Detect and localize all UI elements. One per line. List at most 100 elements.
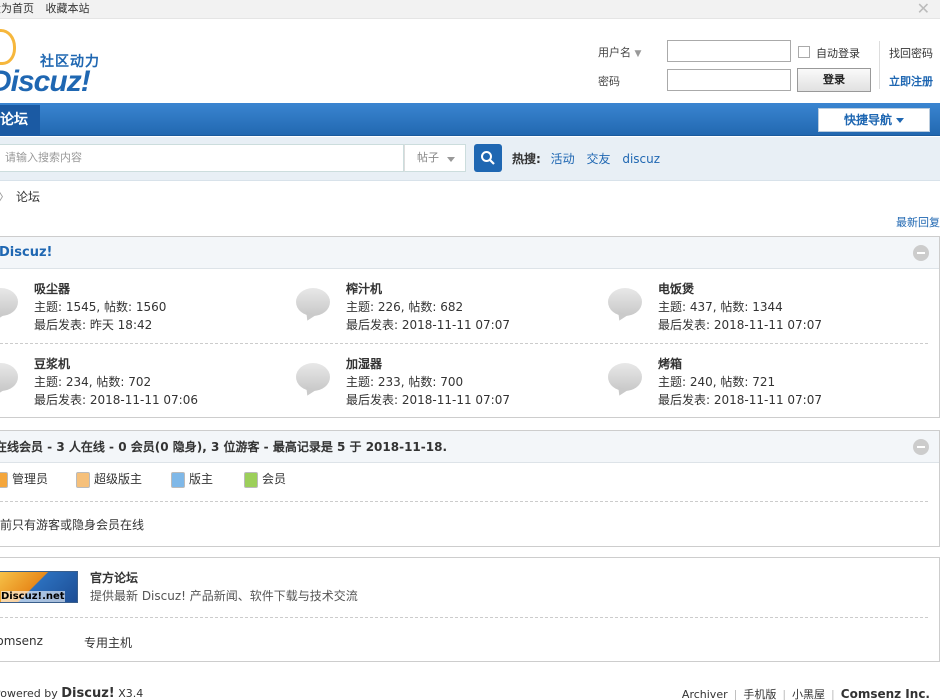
hot-search-label: 热搜: (512, 152, 541, 166)
official-forum-image-label: Discuz!.net (1, 591, 65, 602)
friend-link[interactable]: Comsenz (0, 634, 43, 648)
quick-nav-button[interactable]: 快捷导航 (818, 108, 930, 132)
forum-bubble-icon (296, 288, 330, 316)
bulb-icon (0, 29, 16, 65)
legend-member: 会员 (244, 470, 286, 488)
forum-name[interactable]: 豆浆机 (34, 355, 70, 372)
hot-search-link[interactable]: 交友 (586, 152, 610, 166)
search-button[interactable] (474, 144, 502, 172)
footer-link-mobile[interactable]: 手机版 (743, 688, 776, 700)
forum-name[interactable]: 加湿器 (346, 355, 382, 372)
hot-search: 热搜: 活动 交友 discuz (512, 137, 668, 181)
forum-bubble-icon (608, 288, 642, 316)
register-link[interactable]: 立即注册 (889, 73, 933, 89)
forum-name[interactable]: 电饭煲 (658, 280, 694, 297)
forum-item[interactable]: 豆浆机 主题: 234, 帖数: 702 最后发表: 2018-11-11 07… (0, 355, 300, 415)
official-forum-image[interactable]: Discuz!.net (0, 571, 78, 603)
moderator-icon (171, 471, 185, 488)
forum-name[interactable]: 榨汁机 (346, 280, 382, 297)
forum-item[interactable]: 榨汁机 主题: 226, 帖数: 682 最后发表: 2018-11-11 07… (296, 280, 612, 340)
forum-stats: 主题: 1545, 帖数: 1560 (34, 300, 167, 314)
forum-bubble-icon (608, 363, 642, 391)
bookmark-link[interactable]: 收藏本站 (46, 2, 90, 15)
find-password-link[interactable]: 找回密码 (889, 45, 933, 61)
footer-links: Archiver | 手机版 | 小黑屋 | Comsenz Inc. (681, 687, 930, 700)
footer-powered: Powered by Discuz! X3.4 (0, 686, 144, 700)
username-label[interactable]: 用户名 ▼ (598, 44, 641, 60)
login-button[interactable]: 登录 (797, 68, 871, 92)
forum-last-post[interactable]: 最后发表: 2018-11-11 07:07 (346, 391, 510, 408)
caret-down-icon (896, 118, 904, 123)
forum-name[interactable]: 吸尘器 (34, 280, 70, 297)
search-input[interactable]: 请输入搜索内容 (0, 144, 404, 172)
close-icon[interactable]: ✕ (917, 0, 930, 18)
forum-item[interactable]: 吸尘器 主题: 1545, 帖数: 1560 最后发表: 昨天 18:42 (0, 280, 300, 340)
forum-item[interactable]: 烤箱 主题: 240, 帖数: 721 最后发表: 2018-11-11 07:… (608, 355, 924, 415)
breadcrumb: 〉论坛 (0, 188, 40, 205)
latest-reply-link[interactable]: 最新回复 (896, 214, 940, 230)
search-bar: 请输入搜索内容 帖子 热搜: 活动 交友 discuz (0, 137, 940, 181)
hot-search-link[interactable]: 活动 (551, 152, 575, 166)
collapse-icon[interactable] (913, 439, 929, 455)
forum-stats: 主题: 234, 帖数: 702 (34, 375, 152, 389)
category-title[interactable]: Discuz! (0, 237, 52, 269)
forum-last-post[interactable]: 最后发表: 2018-11-11 07:06 (34, 391, 198, 408)
chevron-down-icon: ▼ (634, 49, 642, 59)
divider (0, 617, 928, 618)
forum-last-post[interactable]: 最后发表: 2018-11-11 07:07 (346, 316, 510, 333)
divider (0, 501, 928, 502)
online-header: 在线会员 - 3 人在线 - 0 会员(0 隐身), 3 位游客 - 最高记录是… (0, 431, 939, 463)
search-icon (481, 151, 495, 165)
auto-login-checkbox[interactable] (798, 46, 810, 58)
forum-last-post[interactable]: 最后发表: 2018-11-11 07:07 (658, 316, 822, 333)
forum-name[interactable]: 烤箱 (658, 355, 682, 372)
login-divider (879, 41, 880, 89)
admin-icon (0, 471, 8, 488)
logo-brand: Discuz! (0, 65, 91, 98)
search-type-select[interactable]: 帖子 (404, 144, 466, 172)
friend-links-box (0, 557, 940, 662)
chevron-right-icon: 〉 (0, 190, 10, 204)
hot-search-link[interactable]: discuz (622, 152, 660, 166)
password-input[interactable] (667, 69, 791, 91)
tab-forum[interactable]: 论坛 (0, 105, 40, 136)
password-label: 密码 (598, 75, 620, 88)
friend-link[interactable]: 专用主机 (84, 634, 132, 651)
legend-admin: 管理员 (0, 470, 48, 488)
collapse-icon[interactable] (913, 245, 929, 261)
online-title[interactable]: 在线会员 - 3 人在线 - 0 会员(0 隐身), 3 位游客 - 最高记录是… (0, 431, 447, 463)
forum-bubble-icon (296, 363, 330, 391)
set-home-link[interactable]: 设为首页 (0, 2, 34, 15)
forum-stats: 主题: 233, 帖数: 700 (346, 375, 464, 389)
forum-item[interactable]: 电饭煲 主题: 437, 帖数: 1344 最后发表: 2018-11-11 0… (608, 280, 924, 340)
forum-item[interactable]: 加湿器 主题: 233, 帖数: 700 最后发表: 2018-11-11 07… (296, 355, 612, 415)
forum-stats: 主题: 240, 帖数: 721 (658, 375, 776, 389)
official-forum-name[interactable]: 官方论坛 (90, 569, 138, 586)
header: 社区动力 Discuz! 用户名 ▼ 自动登录 找回密码 密码 登录 立即注册 (0, 19, 940, 103)
super-moderator-icon (76, 471, 90, 488)
site-logo[interactable]: 社区动力 Discuz! (0, 27, 126, 98)
breadcrumb-current[interactable]: 论坛 (16, 190, 40, 204)
forum-last-post[interactable]: 最后发表: 昨天 18:42 (34, 316, 152, 333)
forum-bubble-icon (0, 363, 18, 391)
footer-link-blackroom[interactable]: 小黑屋 (792, 688, 825, 700)
footer-company-link[interactable]: Comsenz Inc. (841, 687, 930, 700)
category-header: Discuz! (0, 237, 939, 269)
footer-brand-link[interactable]: Discuz! (61, 686, 114, 700)
forum-stats: 主题: 437, 帖数: 1344 (658, 300, 783, 314)
member-icon (244, 471, 258, 488)
caret-down-icon (447, 157, 455, 162)
official-forum-desc: 提供最新 Discuz! 产品新闻、软件下载与技术交流 (90, 589, 358, 603)
online-note: 当前只有游客或隐身会员在线 (0, 518, 145, 532)
auto-login-label[interactable]: 自动登录 (816, 45, 860, 61)
legend-moderator: 版主 (171, 470, 213, 488)
divider (0, 343, 928, 344)
username-input[interactable] (667, 40, 791, 62)
legend-super-moderator: 超级版主 (76, 470, 142, 488)
top-bar: 设为首页 收藏本站 ✕ (0, 0, 940, 19)
forum-last-post[interactable]: 最后发表: 2018-11-11 07:07 (658, 391, 822, 408)
forum-stats: 主题: 226, 帖数: 682 (346, 300, 464, 314)
main-nav: 论坛 快捷导航 (0, 103, 940, 136)
forum-bubble-icon (0, 288, 18, 316)
footer-link-archiver[interactable]: Archiver (682, 688, 728, 700)
